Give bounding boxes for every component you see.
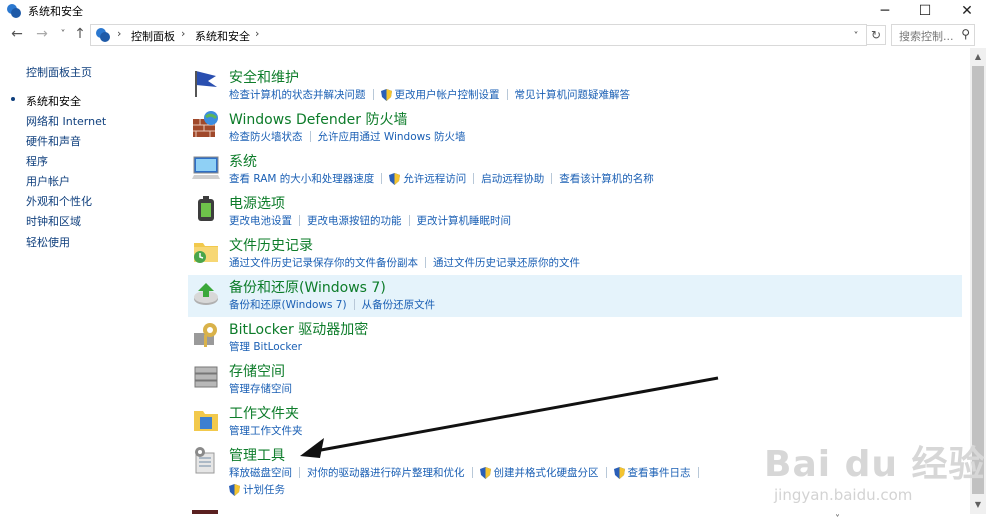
- category-title[interactable]: 电源选项: [229, 193, 285, 213]
- link-check-status[interactable]: 检查计算机的状态并解决问题: [229, 87, 366, 102]
- firewall-icon: [193, 111, 218, 137]
- link-remote-access[interactable]: 允许远程访问: [403, 171, 466, 186]
- chevron-right-icon: ›: [181, 27, 186, 40]
- link-allow-app-firewall[interactable]: 允许应用通过 Windows 防火墙: [318, 129, 466, 144]
- file-history-icon: [194, 243, 218, 263]
- bitlocker-icon: [194, 323, 217, 347]
- sidebar-item-hardware[interactable]: 硬件和声音: [26, 133, 81, 149]
- close-button[interactable]: ✕: [944, 0, 990, 22]
- refresh-icon: ↻: [870, 28, 882, 42]
- link-restore-from-backup[interactable]: 从备份还原文件: [362, 297, 436, 312]
- sidebar-item-system-security[interactable]: 系统和安全: [26, 93, 81, 109]
- link-battery-settings[interactable]: 更改电池设置: [229, 213, 292, 228]
- category-system: 系统 查看 RAM 的大小和处理器速度 允许远程访问 启动远程协助 查看该计算机…: [188, 149, 962, 191]
- category-bitlocker: BitLocker 驱动器加密 管理 BitLocker: [188, 317, 962, 359]
- scroll-up-icon[interactable]: ▲: [970, 48, 986, 64]
- category-firewall: Windows Defender 防火墙 检查防火墙状态 允许应用通过 Wind…: [188, 107, 962, 149]
- link-manage-storage[interactable]: 管理存储空间: [229, 381, 292, 396]
- category-title[interactable]: 管理工具: [229, 445, 285, 465]
- sidebar-item-clock-region[interactable]: 时钟和区域: [26, 213, 81, 229]
- refresh-button[interactable]: ↻: [866, 25, 886, 45]
- back-button[interactable]: ←: [8, 25, 26, 43]
- category-title[interactable]: Windows Defender 防火墙: [229, 109, 407, 129]
- work-folders-icon: [194, 411, 218, 431]
- link-backup-restore[interactable]: 备份和还原(Windows 7): [229, 297, 347, 312]
- baidu-watermark-url: jingyan.baidu.com: [774, 486, 913, 504]
- title-bar: 系统和安全 ─ ☐ ✕: [0, 0, 1000, 22]
- sidebar-item-home[interactable]: 控制面板主页: [26, 64, 92, 80]
- chevron-right-icon: ›: [117, 27, 122, 40]
- sidebar-item-appearance[interactable]: 外观和个性化: [26, 193, 92, 209]
- recent-locations-button[interactable]: ˅: [54, 25, 72, 43]
- category-backup-restore: 备份和还原(Windows 7) 备份和还原(Windows 7) 从备份还原文…: [188, 275, 962, 317]
- category-title[interactable]: 备份和还原(Windows 7): [229, 277, 386, 297]
- category-title[interactable]: BitLocker 驱动器加密: [229, 319, 368, 339]
- breadcrumb-control-panel[interactable]: 控制面板: [131, 28, 175, 44]
- category-security-maintenance: 安全和维护 检查计算机的状态并解决问题 更改用户帐户控制设置 常见计算机问题疑难…: [188, 65, 962, 107]
- sidebar-item-programs[interactable]: 程序: [26, 153, 48, 169]
- baidu-watermark: Bai du 经验: [764, 444, 986, 485]
- sidebar-item-ease-of-access[interactable]: 轻松使用: [26, 234, 70, 250]
- current-item-bullet: [11, 97, 15, 101]
- sidebar-item-user-accounts[interactable]: 用户帐户: [26, 173, 70, 189]
- control-panel-icon: [96, 28, 110, 42]
- category-power-options: 电源选项 更改电池设置 更改电源按钮的功能 更改计算机睡眠时间: [188, 191, 962, 233]
- link-save-backup[interactable]: 通过文件历史记录保存你的文件备份副本: [229, 255, 418, 270]
- up-button[interactable]: ↑: [71, 25, 89, 43]
- breadcrumb-system-security[interactable]: 系统和安全: [195, 28, 250, 44]
- uac-shield-icon: [229, 483, 240, 496]
- sidebar-item-network[interactable]: 网络和 Internet: [26, 113, 106, 129]
- link-power-button[interactable]: 更改电源按钮的功能: [307, 213, 402, 228]
- window-title: 系统和安全: [28, 5, 83, 18]
- system-icon: [192, 156, 220, 179]
- link-restore-files[interactable]: 通过文件历史记录还原你的文件: [433, 255, 580, 270]
- address-toolbar: ← → ˅ ↑ › 控制面板 › 系统和安全 › ˅: [0, 22, 1000, 48]
- link-computer-name[interactable]: 查看该计算机的名称: [559, 171, 654, 186]
- link-firewall-status[interactable]: 检查防火墙状态: [229, 129, 303, 144]
- admin-tools-icon: [195, 447, 215, 474]
- category-title[interactable]: 工作文件夹: [229, 403, 299, 423]
- category-title[interactable]: 系统: [229, 151, 257, 171]
- link-manage-bitlocker[interactable]: 管理 BitLocker: [229, 339, 302, 354]
- forward-button[interactable]: →: [33, 25, 51, 43]
- scroll-down-icon[interactable]: ▼: [970, 496, 986, 512]
- address-box[interactable]: › 控制面板 › 系统和安全 › ˅: [90, 24, 867, 46]
- storage-icon: [194, 366, 218, 388]
- control-panel-icon: [7, 4, 21, 18]
- maximize-button[interactable]: ☐: [902, 0, 948, 22]
- category-title[interactable]: 存储空间: [229, 361, 285, 381]
- link-uac-settings[interactable]: 更改用户帐户控制设置: [395, 87, 500, 102]
- power-icon: [198, 196, 214, 221]
- search-placeholder: 搜索控制...: [899, 30, 954, 43]
- search-input[interactable]: 搜索控制... ⚲: [891, 24, 975, 46]
- category-title[interactable]: 文件历史记录: [229, 235, 313, 255]
- link-view-ram[interactable]: 查看 RAM 的大小和处理器速度: [229, 171, 374, 186]
- annotation-arrow: [300, 376, 719, 458]
- search-icon: ⚲: [961, 27, 970, 41]
- link-free-disk-space[interactable]: 释放磁盘空间: [229, 465, 292, 480]
- link-remote-assistance[interactable]: 启动远程协助: [481, 171, 544, 186]
- chevron-right-icon: ›: [255, 27, 260, 40]
- bottom-strip: ˅: [0, 514, 1000, 527]
- scrollbar-thumb[interactable]: [972, 66, 984, 494]
- uac-shield-icon: [389, 172, 401, 185]
- link-troubleshoot[interactable]: 常见计算机问题疑难解答: [515, 87, 631, 102]
- category-title[interactable]: 安全和维护: [229, 67, 299, 87]
- link-sleep-time[interactable]: 更改计算机睡眠时间: [417, 213, 512, 228]
- link-schedule-tasks[interactable]: 计划任务: [243, 482, 285, 497]
- chevron-down-icon[interactable]: ˅: [849, 27, 863, 45]
- flag-icon: [195, 71, 217, 97]
- uac-shield-icon: [380, 88, 392, 101]
- category-file-history: 文件历史记录 通过文件历史记录保存你的文件备份副本 通过文件历史记录还原你的文件: [188, 233, 962, 275]
- backup-icon: [194, 283, 218, 305]
- chevron-down-icon: ˅: [835, 514, 840, 525]
